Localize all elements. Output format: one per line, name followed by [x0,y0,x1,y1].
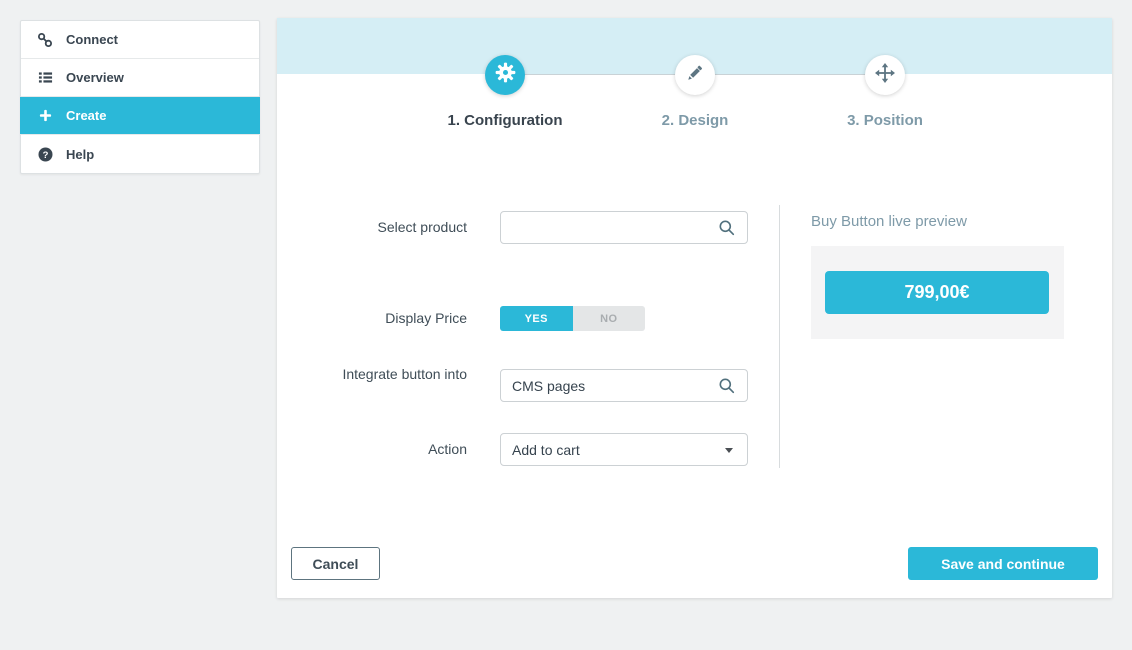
select-product-input[interactable] [500,211,748,244]
buy-button-preview: 799,00€ [825,271,1049,314]
sidebar-item-overview[interactable]: Overview [21,59,259,97]
sidebar-item-label: Overview [66,70,124,85]
sidebar-item-label: Connect [66,32,118,47]
vertical-divider [779,205,780,468]
action-label: Action [317,440,467,459]
link-icon [37,32,53,48]
step-configuration-circle[interactable] [485,55,525,95]
plus-icon [37,108,53,124]
sidebar-item-label: Create [66,108,106,123]
step-position-label[interactable]: 3. Position [795,112,975,129]
sidebar-item-connect[interactable]: Connect [21,21,259,59]
toggle-yes-button[interactable]: YES [500,306,573,331]
toggle-no-button[interactable]: NO [573,306,646,331]
sidebar-item-label: Help [66,147,94,162]
pencil-icon [686,64,704,87]
sidebar-item-create[interactable]: Create [20,97,260,135]
action-select[interactable]: Add to cart [500,433,748,466]
preview-title: Buy Button live preview [811,213,967,230]
step-design-label[interactable]: 2. Design [605,112,785,129]
list-icon [37,70,53,86]
step-configuration-label[interactable]: 1. Configuration [415,112,595,129]
sidebar: Connect Overview Create [20,20,260,174]
display-price-toggle: YES NO [500,306,645,331]
chevron-down-icon [725,448,733,453]
svg-text:?: ? [42,149,48,160]
display-price-label: Display Price [317,309,467,328]
gear-icon [495,62,516,88]
step-position-circle[interactable] [865,55,905,95]
action-select-value: Add to cart [512,442,580,458]
search-icon[interactable] [718,219,736,237]
sidebar-item-help[interactable]: ? Help [21,135,259,173]
preview-box: 799,00€ [811,246,1064,339]
step-design-circle[interactable] [675,55,715,95]
wizard-panel: 1. Configuration 2. Design 3. Position S… [277,18,1112,598]
select-product-label: Select product [317,218,467,237]
help-icon: ? [37,146,53,162]
integrate-button-into-input[interactable] [500,369,748,402]
integrate-button-into-label: Integrate button into [317,365,467,384]
save-and-continue-button[interactable]: Save and continue [908,547,1098,580]
search-icon[interactable] [718,377,736,395]
move-icon [875,63,895,88]
cancel-button[interactable]: Cancel [291,547,380,580]
